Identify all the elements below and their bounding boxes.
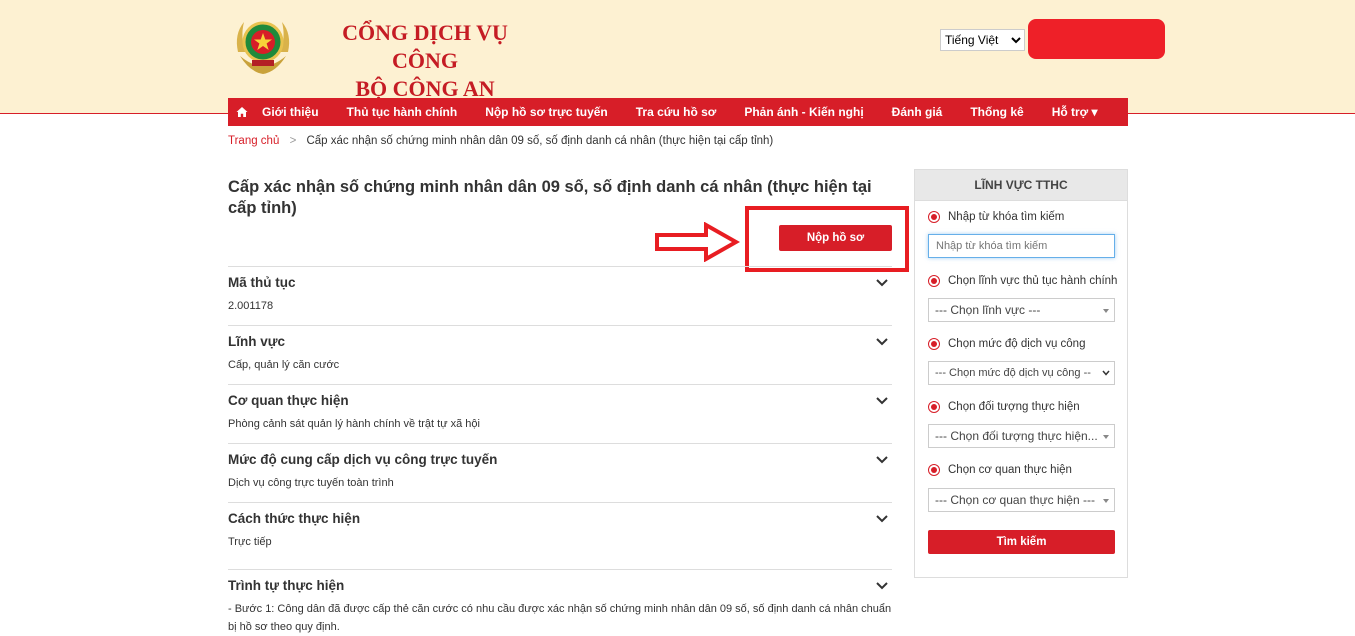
- caret-down-icon: [1103, 499, 1109, 503]
- breadcrumb-home-link[interactable]: Trang chủ: [228, 135, 279, 147]
- level-select[interactable]: --- Chọn mức độ dịch vụ công --: [928, 361, 1115, 385]
- police-emblem-logo[interactable]: [230, 12, 296, 78]
- procedure-filter-sidebar: LĨNH VỰC TTHC Nhập từ khóa tìm kiếm Chọn…: [914, 169, 1128, 578]
- chevron-down-icon[interactable]: [876, 515, 888, 523]
- site-title-line1: CỔNG DỊCH VỤ CÔNG: [342, 20, 508, 73]
- radio-selected-icon[interactable]: [928, 464, 940, 476]
- detail-title: Lĩnh vực: [228, 334, 286, 349]
- field-select-value: --- Chọn lĩnh vực ---: [935, 303, 1041, 317]
- site-title[interactable]: CỔNG DỊCH VỤ CÔNG BỘ CÔNG AN: [320, 19, 530, 103]
- login-button-redacted[interactable]: [1028, 19, 1165, 59]
- agency-label: Chọn cơ quan thực hiện: [948, 464, 1072, 476]
- field-select[interactable]: --- Chọn lĩnh vực ---: [928, 298, 1115, 322]
- site-header: CỔNG DỊCH VỤ CÔNG BỘ CÔNG AN Tiếng Việt: [0, 0, 1355, 114]
- search-button[interactable]: Tìm kiếm: [928, 530, 1115, 554]
- agency-select-value: --- Chọn cơ quan thực hiện ---: [935, 493, 1095, 507]
- main-nav: Giới thiệu Thủ tục hành chính Nộp hồ sơ …: [228, 98, 1128, 126]
- detail-value: Phòng cảnh sát quản lý hành chính về trậ…: [228, 418, 480, 430]
- arrow-right-annotation-icon: [655, 222, 740, 262]
- nav-item-danh-gia[interactable]: Đánh giá: [878, 98, 957, 126]
- detail-value: Cấp, quản lý căn cước: [228, 359, 340, 371]
- chevron-down-icon[interactable]: [876, 279, 888, 287]
- radio-selected-icon[interactable]: [928, 211, 940, 223]
- nav-item-tra-cuu[interactable]: Tra cứu hồ sơ: [622, 98, 731, 126]
- breadcrumb-current: Cấp xác nhận số chứng minh nhân dân 09 s…: [306, 135, 774, 147]
- keyword-search-input[interactable]: [928, 234, 1115, 258]
- nav-item-gioi-thieu[interactable]: Giới thiệu: [248, 98, 333, 126]
- nav-item-nop-ho-so[interactable]: Nộp hồ sơ trực tuyến: [471, 98, 622, 126]
- nav-item-phan-anh[interactable]: Phản ánh - Kiến nghị: [730, 98, 877, 126]
- agency-select[interactable]: --- Chọn cơ quan thực hiện ---: [928, 488, 1115, 512]
- field-radio-row[interactable]: Chọn lĩnh vực thủ tục hành chính: [928, 275, 1117, 287]
- nav-item-thong-ke[interactable]: Thống kê: [956, 98, 1037, 126]
- detail-value: 2.001178: [228, 300, 274, 312]
- keyword-radio-row[interactable]: Nhập từ khóa tìm kiếm: [928, 211, 1064, 223]
- detail-section-trinh-tu[interactable]: Trình tự thực hiện - Bước 1: Công dân đã…: [228, 569, 892, 636]
- detail-value: Trực tiếp: [228, 536, 272, 548]
- detail-section-co-quan[interactable]: Cơ quan thực hiện Phòng cảnh sát quản lý…: [228, 384, 892, 443]
- agency-radio-row[interactable]: Chọn cơ quan thực hiện: [928, 464, 1072, 476]
- submit-application-button[interactable]: Nộp hồ sơ: [779, 225, 892, 251]
- detail-title: Mức độ cung cấp dịch vụ công trực tuyến: [228, 452, 498, 467]
- subject-select-value: --- Chọn đối tượng thực hiện...: [935, 429, 1098, 443]
- nav-item-ho-tro[interactable]: Hỗ trợ ▾: [1038, 98, 1112, 126]
- detail-section-ma-thu-tuc[interactable]: Mã thủ tục 2.001178: [228, 266, 892, 325]
- detail-section-linh-vuc[interactable]: Lĩnh vực Cấp, quản lý căn cước: [228, 325, 892, 384]
- detail-title: Cách thức thực hiện: [228, 511, 361, 526]
- chevron-down-icon[interactable]: [876, 456, 888, 464]
- radio-selected-icon[interactable]: [928, 275, 940, 287]
- level-select-value: --- Chọn mức độ dịch vụ công --: [935, 367, 1091, 379]
- field-label: Chọn lĩnh vực thủ tục hành chính: [948, 275, 1118, 287]
- nav-item-thu-tuc[interactable]: Thủ tục hành chính: [333, 98, 472, 126]
- chevron-down-icon[interactable]: [876, 338, 888, 346]
- chevron-down-icon[interactable]: [876, 582, 888, 590]
- procedure-details: Mã thủ tục 2.001178 Lĩnh vực Cấp, quản l…: [228, 266, 892, 636]
- caret-down-icon: [1103, 435, 1109, 439]
- chevron-down-icon: [1102, 370, 1110, 376]
- subject-label: Chọn đối tượng thực hiện: [948, 401, 1080, 413]
- breadcrumb-separator: >: [289, 135, 297, 147]
- home-icon[interactable]: [236, 106, 248, 118]
- detail-section-muc-do[interactable]: Mức độ cung cấp dịch vụ công trực tuyến …: [228, 443, 892, 502]
- detail-section-cach-thuc[interactable]: Cách thức thực hiện Trực tiếp: [228, 502, 892, 569]
- radio-selected-icon[interactable]: [928, 401, 940, 413]
- detail-title: Cơ quan thực hiện: [228, 393, 349, 408]
- detail-title: Trình tự thực hiện: [228, 578, 345, 593]
- subject-select[interactable]: --- Chọn đối tượng thực hiện...: [928, 424, 1115, 448]
- subject-radio-row[interactable]: Chọn đối tượng thực hiện: [928, 401, 1080, 413]
- breadcrumb: Trang chủ > Cấp xác nhận số chứng minh n…: [228, 135, 773, 147]
- sidebar-heading: LĨNH VỰC TTHC: [915, 170, 1127, 201]
- level-radio-row[interactable]: Chọn mức độ dịch vụ công: [928, 338, 1085, 350]
- keyword-label: Nhập từ khóa tìm kiếm: [948, 211, 1065, 223]
- detail-value: Dịch vụ công trực tuyến toàn trình: [228, 477, 394, 489]
- radio-selected-icon[interactable]: [928, 338, 940, 350]
- language-select[interactable]: Tiếng Việt: [940, 29, 1025, 51]
- level-label: Chọn mức độ dịch vụ công: [948, 338, 1086, 350]
- chevron-down-icon[interactable]: [876, 397, 888, 405]
- detail-title: Mã thủ tục: [228, 275, 296, 290]
- caret-down-icon: [1103, 309, 1109, 313]
